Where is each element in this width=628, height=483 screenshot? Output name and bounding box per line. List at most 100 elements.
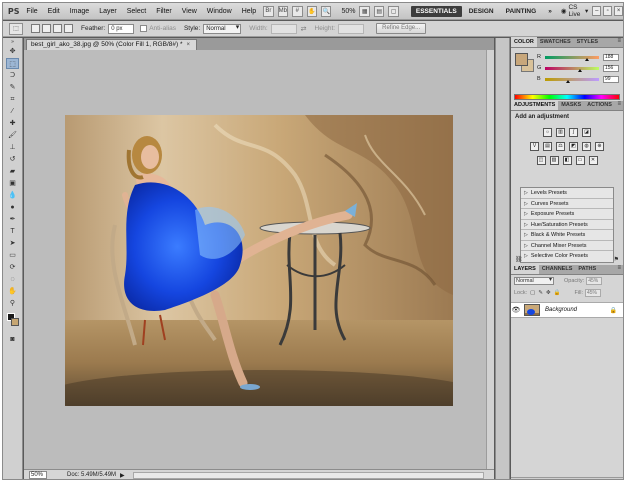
preset-item-levels[interactable]: ▷ Levels Presets (521, 188, 613, 199)
swap-dimensions-icon[interactable]: ⇄ (301, 25, 307, 33)
document-tab[interactable]: best_girl_ako_38.jpg @ 50% (Color Fill 1… (26, 39, 197, 50)
tab-paths[interactable]: PATHS (575, 264, 599, 274)
black-white-icon[interactable]: ◩ (569, 142, 578, 151)
green-value-field[interactable]: 156 (603, 64, 619, 72)
invert-icon[interactable]: ◫ (536, 156, 546, 165)
quick-selection-tool-icon[interactable]: ✎ (6, 82, 19, 93)
exposure-icon[interactable]: ◪ (582, 128, 591, 137)
delete-layer-icon[interactable]: 🗑 (593, 480, 601, 481)
3d-orbit-tool-icon[interactable]: ◌ (6, 274, 19, 285)
path-selection-tool-icon[interactable]: ➤ (6, 238, 19, 249)
red-slider-track[interactable] (545, 55, 599, 61)
vertical-scrollbar[interactable] (486, 50, 494, 469)
tab-adjustments[interactable]: ADJUSTMENTS (511, 100, 559, 110)
brush-tool-icon[interactable]: 🖌 (6, 130, 19, 141)
zoom-field[interactable]: 50% (29, 471, 47, 479)
tab-masks[interactable]: MASKS (558, 100, 584, 110)
photo-filter-icon[interactable]: ◍ (582, 142, 591, 151)
vibrance-icon[interactable]: V (530, 142, 539, 151)
3d-rotate-tool-icon[interactable]: ⟳ (6, 262, 19, 273)
tab-layers[interactable]: LAYERS (511, 264, 539, 274)
status-menu-arrow-icon[interactable]: ▶ (120, 472, 125, 479)
workspace-essentials[interactable]: ESSENTIALS (410, 5, 462, 17)
blue-slider[interactable]: B 99 (537, 75, 621, 83)
tab-swatches[interactable]: SWATCHES (537, 37, 574, 47)
tab-styles[interactable]: STYLES (574, 37, 601, 47)
menu-file[interactable]: File (21, 3, 42, 20)
type-tool-icon[interactable]: T (6, 226, 19, 237)
hand-icon[interactable]: ✋ (306, 5, 317, 17)
refine-edge-button[interactable]: Refine Edge... (376, 23, 427, 34)
crop-tool-icon[interactable]: ⌗ (6, 94, 19, 105)
more-workspaces-icon[interactable]: » (543, 6, 557, 17)
threshold-icon[interactable]: ◧ (562, 156, 572, 165)
link-layers-icon[interactable]: ⛓ (533, 480, 541, 481)
preset-item-exposure[interactable]: ▷ Exposure Presets (521, 209, 613, 220)
restore-icon[interactable]: ▫ (603, 6, 613, 16)
quick-mask-icon[interactable]: ◙ (6, 334, 19, 345)
arrange-docs-icon[interactable]: ▤ (373, 5, 385, 17)
workspace-design[interactable]: DESIGN (464, 6, 499, 17)
background-color-swatch[interactable] (11, 318, 19, 326)
view-extras-icon[interactable]: ▦ (359, 5, 370, 17)
screen-mode-icon[interactable]: ▢ (388, 5, 399, 17)
move-tool-icon[interactable]: ✥ (6, 46, 19, 57)
cs-live-menu[interactable]: ◉ CS Live ▾ (561, 4, 588, 18)
layer-row[interactable]: 👁 Background 🔒 (511, 302, 623, 318)
menu-select[interactable]: Select (122, 3, 151, 20)
curves-icon[interactable]: ∫ (569, 128, 578, 137)
minibridge-icon[interactable]: Mb (277, 5, 289, 17)
preset-item-channel-mixer[interactable]: ▷ Channel Mixer Presets (521, 241, 613, 251)
shape-tool-icon[interactable]: ▭ (6, 250, 19, 261)
subtract-selection-icon[interactable] (53, 24, 62, 33)
antialias-checkbox[interactable] (140, 25, 148, 32)
close-icon[interactable]: × (614, 6, 623, 16)
height-field[interactable] (338, 23, 365, 34)
fill-field[interactable]: 45% (585, 289, 601, 297)
color-balance-icon[interactable]: ⚖ (556, 142, 565, 151)
zoom-icon[interactable]: 🔍 (320, 5, 332, 17)
minimize-icon[interactable]: – (592, 6, 602, 16)
red-slider-knob[interactable] (584, 57, 589, 61)
preset-item-hue-saturation[interactable]: ▷ Hue/Saturation Presets (521, 220, 613, 230)
menu-edit[interactable]: Edit (43, 3, 65, 20)
panel-menu-icon[interactable]: ≡ (617, 38, 621, 44)
history-brush-tool-icon[interactable]: ↺ (6, 154, 19, 165)
new-layer-icon[interactable]: ⊞ (583, 480, 588, 481)
lasso-tool-icon[interactable]: ᑐ (6, 70, 19, 81)
zoom-level-select[interactable]: 50% (339, 8, 357, 15)
width-field[interactable] (270, 23, 297, 34)
blue-slider-knob[interactable] (566, 79, 571, 83)
menu-filter[interactable]: Filter (151, 3, 177, 20)
channel-mixer-icon[interactable]: ⊕ (595, 142, 604, 151)
lock-all-icon[interactable]: 🔒 (554, 290, 561, 296)
green-slider[interactable]: G 156 (537, 64, 621, 72)
canvas[interactable] (65, 115, 453, 406)
spot-healing-tool-icon[interactable]: ✚ (6, 118, 19, 129)
new-selection-icon[interactable] (31, 24, 40, 33)
grid-icon[interactable]: # (292, 5, 303, 17)
clone-stamp-tool-icon[interactable]: ⊥ (6, 142, 19, 153)
gradient-tool-icon[interactable]: ▣ (6, 178, 19, 189)
workspace-painting[interactable]: PAINTING (501, 6, 542, 17)
menu-view[interactable]: View (177, 3, 202, 20)
red-value-field[interactable]: 188 (603, 53, 619, 61)
gradient-map-icon[interactable]: ▭ (575, 156, 585, 165)
blend-mode-select[interactable]: Normal (514, 277, 554, 285)
selective-color-icon[interactable]: ✕ (588, 156, 598, 165)
rectangular-marquee-tool-icon[interactable]: ⬚ (6, 58, 19, 69)
clip-to-layer-icon[interactable]: ⛓ (515, 256, 523, 263)
red-slider[interactable]: R 188 (537, 53, 621, 61)
marquee-tool-preset-icon[interactable]: ⬚ (9, 22, 23, 35)
dodge-tool-icon[interactable]: ● (6, 202, 19, 213)
menu-help[interactable]: Help (237, 3, 261, 20)
opacity-field[interactable]: 45% (586, 277, 603, 285)
tab-color[interactable]: COLOR (511, 37, 537, 47)
feather-field[interactable]: 0 px (108, 23, 135, 34)
menu-window[interactable]: Window (202, 3, 237, 20)
panel-menu-icon[interactable]: ≡ (617, 265, 621, 271)
blur-tool-icon[interactable]: 💧 (6, 190, 19, 201)
intersect-selection-icon[interactable] (64, 24, 73, 33)
bridge-icon[interactable]: Br (263, 5, 274, 17)
lock-position-icon[interactable]: ✥ (546, 290, 551, 296)
